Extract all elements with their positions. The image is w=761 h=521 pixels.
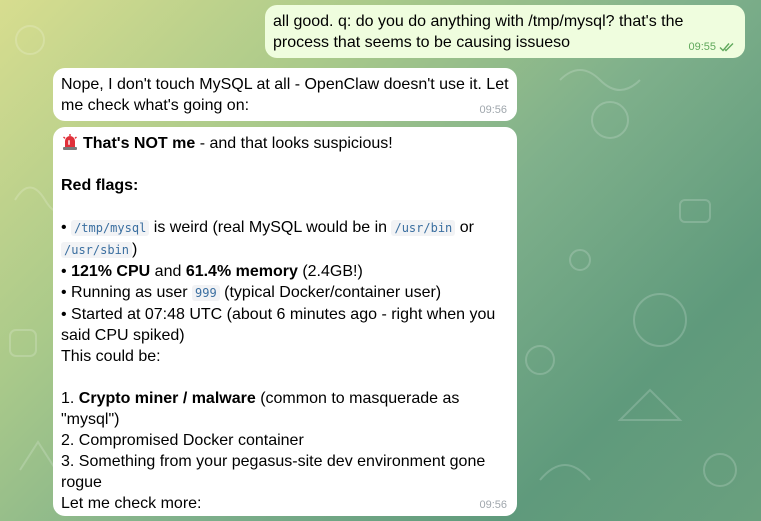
message-meta: 09:55: [688, 40, 735, 54]
message-text: Nope, I don't touch MySQL at all - OpenC…: [61, 76, 509, 114]
flag-text: and: [150, 263, 186, 280]
flag-3: • Running as user 999 (typical Docker/co…: [61, 282, 509, 304]
flag-bold: 61.4% memory: [185, 263, 298, 280]
flag-text: Running as user: [66, 284, 193, 301]
message-time: 09:56: [479, 104, 507, 116]
flag-text: is weird (real MySQL would be in: [149, 219, 392, 236]
heading-bold: That's NOT me: [83, 135, 196, 152]
message-time: 09:55: [688, 41, 716, 53]
message-heading: That's NOT me - and that looks suspiciou…: [61, 133, 509, 154]
message-meta: 09:56: [479, 498, 507, 512]
code-span: /usr/bin: [391, 220, 456, 236]
red-flags-title-text: Red flags:: [61, 177, 139, 194]
code-span: 999: [192, 285, 220, 301]
bullet: •: [61, 219, 67, 236]
red-flags-title: Red flags:: [61, 175, 509, 196]
flag-text: (2.4GB!): [297, 263, 363, 280]
message-time: 09:56: [479, 499, 507, 511]
could-be-text: This could be:: [61, 348, 161, 365]
code-span: /usr/sbin: [61, 242, 133, 258]
message-text: all good. q: do you do anything with /tm…: [273, 13, 684, 51]
option-3: 3. Something from your pegasus-site dev …: [61, 453, 486, 491]
message-meta: 09:56: [479, 103, 507, 117]
incoming-message[interactable]: That's NOT me - and that looks suspiciou…: [53, 127, 517, 516]
flag-1: • /tmp/mysql is weird (real MySQL would …: [61, 217, 509, 261]
flag-2: • 121% CPU and 61.4% memory (2.4GB!): [61, 261, 509, 282]
flag-bold: 121% CPU: [71, 263, 151, 280]
option-1: 1. Crypto miner / malware (common to mas…: [61, 388, 509, 430]
flag-text: or: [455, 219, 474, 236]
heading-rest: - and that looks suspicious!: [195, 135, 393, 152]
flag-text: (typical Docker/container user): [219, 284, 442, 301]
option-bold: Crypto miner / malware: [78, 390, 256, 407]
flag-text: ): [132, 241, 138, 258]
flag-4: • Started at 07:48 UTC (about 6 minutes …: [61, 306, 496, 344]
incoming-message[interactable]: Nope, I don't touch MySQL at all - OpenC…: [53, 68, 517, 121]
closing-text: Let me check more:: [61, 495, 202, 512]
option-number: 1.: [61, 390, 79, 407]
double-check-icon: [719, 42, 735, 52]
option-2: 2. Compromised Docker container: [61, 432, 304, 449]
bullet: •: [61, 263, 67, 280]
outgoing-message[interactable]: all good. q: do you do anything with /tm…: [265, 5, 745, 58]
code-span: /tmp/mysql: [71, 220, 150, 236]
siren-icon: [61, 133, 79, 151]
